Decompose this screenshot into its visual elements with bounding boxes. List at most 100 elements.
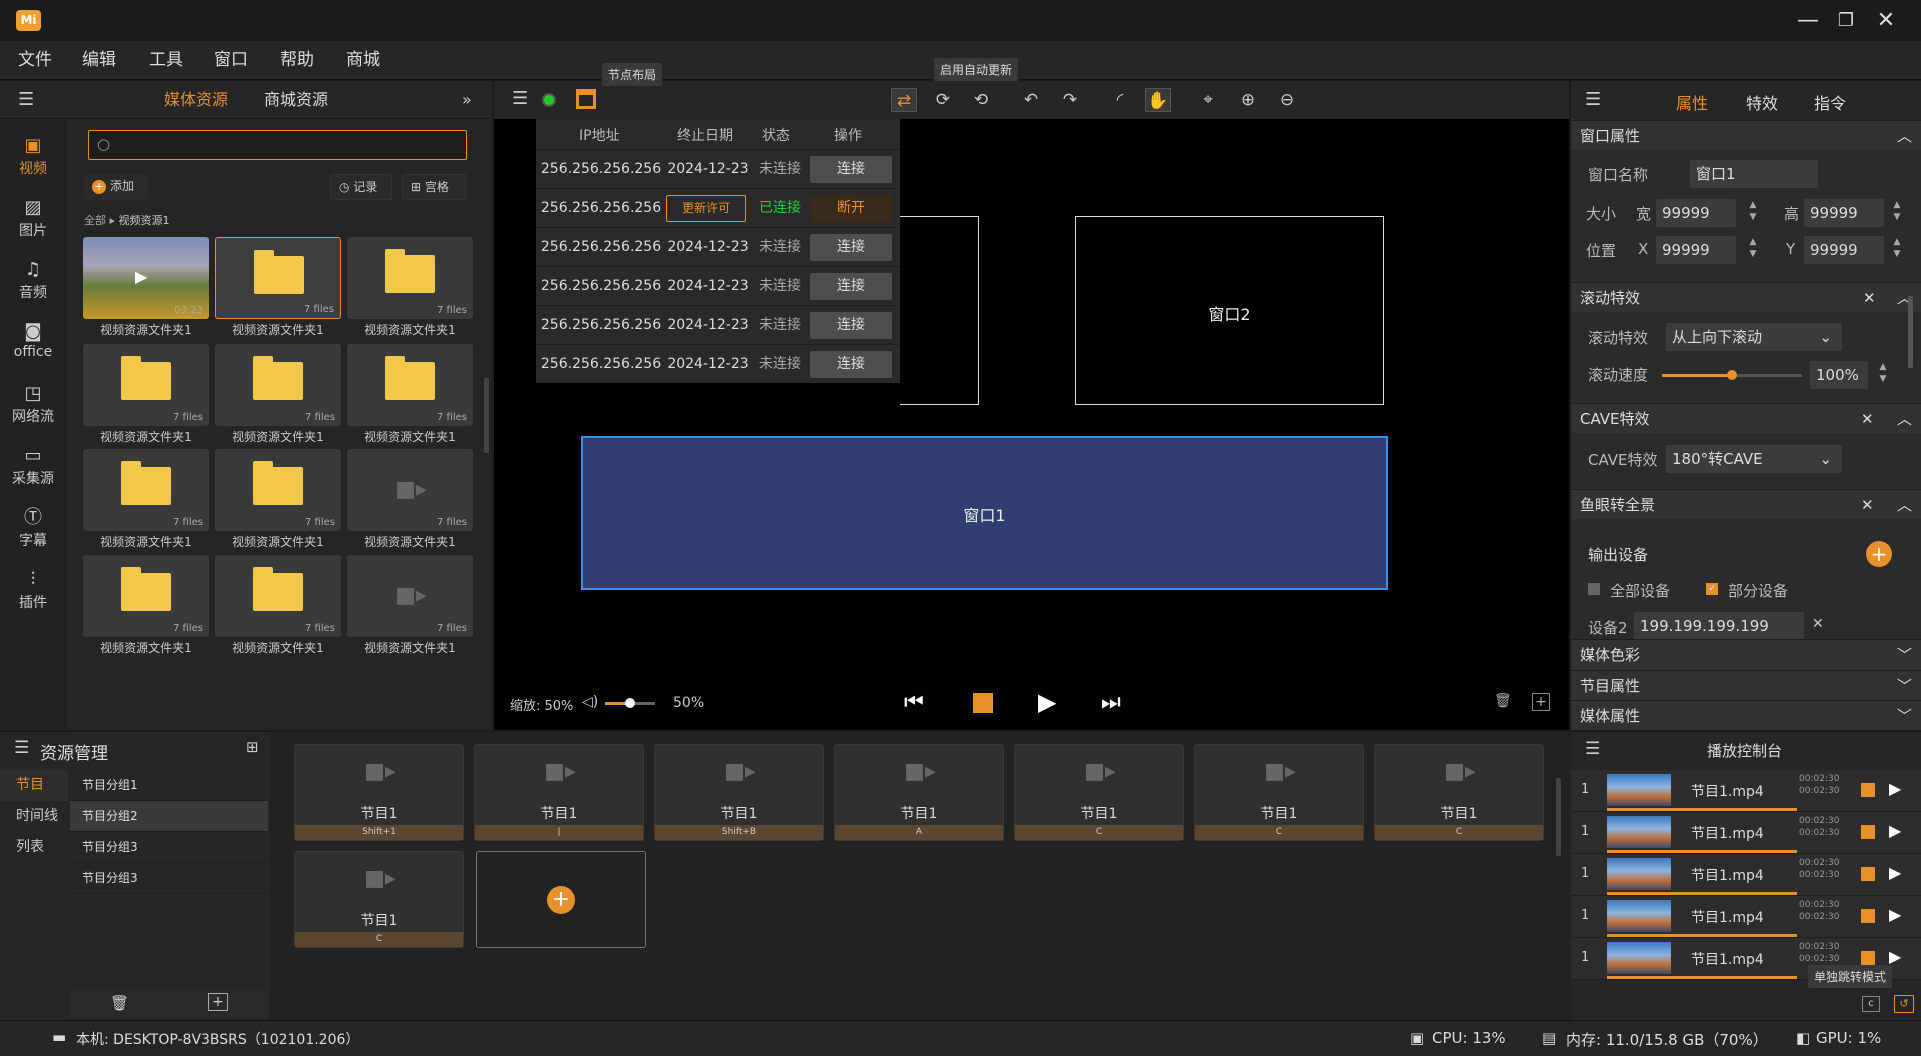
window-1[interactable]: 窗口1 [581,436,1388,590]
tab-properties[interactable]: 属性 [1676,90,1708,114]
group-item[interactable]: 节目分组3 [70,832,268,863]
stop-icon[interactable] [1861,783,1875,797]
media-tile[interactable]: 7 files [347,344,473,426]
grid-icon[interactable]: ⊞ [246,738,259,756]
rotate-icon[interactable]: ⟳ [930,88,956,112]
trash-icon[interactable]: 🗑 [110,994,129,1012]
remove-device-icon[interactable]: ✕ [1812,616,1824,632]
nav-audio[interactable]: ♫ 音频 [0,254,66,312]
part-devices-checkbox[interactable]: ✓ [1706,583,1718,595]
renew-license-button[interactable]: 更新许可 [666,195,746,222]
lasso-icon[interactable]: ◜ [1107,88,1133,112]
connect-button[interactable]: 连接 [810,312,892,339]
height-stepper[interactable]: ▲ ▼ [1890,199,1904,227]
rotate-back-icon[interactable]: ⟲ [968,88,994,112]
add-button[interactable]: + 添加 [84,174,148,200]
scroll-speed-field[interactable]: 100% [1810,361,1868,389]
hamburger-icon[interactable]: ☰ [1585,89,1601,110]
stop-icon[interactable] [1861,909,1875,923]
add-icon[interactable]: + [1532,693,1550,711]
tab-store[interactable]: 商城资源 [264,81,328,119]
x-field[interactable]: 99999 [1656,236,1736,264]
tab-media[interactable]: 媒体资源 [164,81,228,119]
console-row[interactable]: 1 节目1.mp4 00:02:30 00:02:30 ▶ [1571,770,1921,812]
tab-commands[interactable]: 指令 [1814,90,1846,114]
refresh-icon[interactable]: c [1862,996,1880,1012]
program-card[interactable]: ■▸ 节目1 C [1014,744,1184,841]
tab-program[interactable]: 节目 [0,770,68,801]
layout-icon[interactable] [576,89,596,109]
stop-icon[interactable] [973,693,993,713]
window-3-outline[interactable] [900,216,979,405]
media-tile[interactable]: 7 files [215,344,341,426]
section-media-props[interactable]: 媒体属性 ﹀ [1571,700,1921,730]
scroll-fx-select[interactable]: 从上向下滚动 ⌄ [1666,323,1842,351]
hamburger-icon[interactable]: ☰ [1585,739,1600,759]
record-button[interactable]: ◷ 记录 [330,174,392,200]
close-icon[interactable]: ✕ [1872,8,1900,34]
redo-icon[interactable]: ↷ [1057,88,1083,112]
media-tile[interactable]: 7 files [347,237,473,319]
tab-list[interactable]: 列表 [0,832,68,863]
nav-image[interactable]: ▨ 图片 [0,192,66,250]
menu-file[interactable]: 文件 [18,41,52,80]
stop-icon[interactable] [1861,825,1875,839]
program-card[interactable]: ■▸ 节目1 C [294,851,464,948]
nav-capture[interactable]: ▭ 采集源 [0,440,66,498]
scrollbar[interactable] [484,378,489,453]
console-row[interactable]: 1 节目1.mp4 00:02:30 00:02:30 ▶ [1571,812,1921,854]
play-icon[interactable]: ▶ [1889,821,1901,840]
menu-edit[interactable]: 编辑 [82,41,116,80]
media-tile[interactable]: ■▸ 7 files [347,449,473,531]
program-card[interactable]: ■▸ 节目1 C [1194,744,1364,841]
media-tile[interactable]: ▶ 03:23 [83,237,209,319]
volume-icon[interactable]: ◁) [582,694,598,710]
play-icon[interactable]: ▶ [1889,905,1901,924]
trash-icon[interactable]: 🗑 [1494,693,1512,711]
tab-timeline[interactable]: 时间线 [0,801,68,832]
next-icon[interactable]: ⏭ [1101,690,1121,715]
device-ip-field[interactable]: 199.199.199.199 [1634,612,1804,640]
x-stepper[interactable]: ▲ ▼ [1746,236,1760,264]
width-stepper[interactable]: ▲ ▼ [1746,199,1760,227]
media-tile[interactable]: 7 files [83,449,209,531]
hamburger-icon[interactable]: ☰ [18,81,34,119]
hamburger-icon[interactable]: ☰ [14,738,29,758]
play-icon[interactable]: ▶ [1038,688,1056,716]
cave-select[interactable]: 180°转CAVE ⌄ [1666,445,1842,473]
minimize-icon[interactable]: — [1794,8,1822,34]
group-item[interactable]: 节目分组1 [70,770,268,801]
close-icon[interactable]: ✕ [1863,283,1876,313]
height-field[interactable]: 99999 [1804,199,1884,227]
locate-icon[interactable]: ⌖ [1195,88,1221,112]
add-group-icon[interactable]: + [208,993,228,1011]
add-program-button[interactable]: + [476,851,646,948]
breadcrumb-root[interactable]: 全部 [84,214,106,227]
add-device-button[interactable]: + [1866,541,1892,567]
console-row[interactable]: 1 节目1.mp4 00:02:30 00:02:30 ▶ [1571,854,1921,896]
zoom-out-icon[interactable]: ⊖ [1274,88,1300,112]
section-media-color[interactable]: 媒体色彩 ﹀ [1571,639,1921,670]
scroll-speed-stepper[interactable]: ▲ ▼ [1876,361,1890,389]
section-fisheye[interactable]: 鱼眼转全景 ✕ ︿ [1571,489,1921,519]
window-name-field[interactable]: 窗口1 [1690,160,1818,188]
disconnect-button[interactable]: 断开 [810,195,892,222]
program-card[interactable]: ■▸ 节目1 A [834,744,1004,841]
section-scroll-fx[interactable]: 滚动特效 ✕ ︿ [1571,282,1921,312]
program-card[interactable]: ■▸ 节目1 Shift+1 [294,744,464,841]
menu-tools[interactable]: 工具 [149,41,183,80]
prev-icon[interactable]: ⏮ [904,690,924,715]
nav-video[interactable]: ▣ 视频 [0,130,66,188]
nav-plugin[interactable]: ⫶ 插件 [0,564,66,622]
stop-icon[interactable] [1861,951,1875,965]
media-tile[interactable]: ■▸ 7 files [347,555,473,637]
volume-slider[interactable] [605,698,655,708]
y-stepper[interactable]: ▲ ▼ [1890,236,1904,264]
grid-button[interactable]: ⊞ 宫格 [402,174,466,200]
section-program-props[interactable]: 节目属性 ﹀ [1571,670,1921,700]
program-card[interactable]: ■▸ 节目1 | [474,744,644,841]
connect-button[interactable]: 连接 [810,273,892,300]
close-icon[interactable]: ✕ [1861,404,1874,434]
search-input[interactable]: ○ [88,130,467,160]
program-card[interactable]: ■▸ 节目1 Shift+B [654,744,824,841]
